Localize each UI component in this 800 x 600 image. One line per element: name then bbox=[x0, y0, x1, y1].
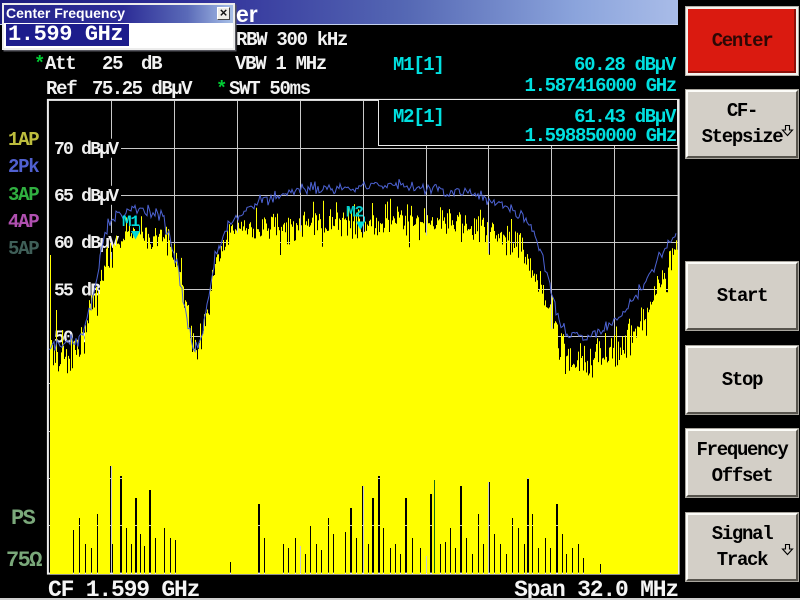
svg-text:70 dBµV: 70 dBµV bbox=[54, 140, 119, 160]
svg-text:60 dBµV: 60 dBµV bbox=[54, 234, 119, 254]
svg-text:65 dBµV: 65 dBµV bbox=[54, 187, 119, 207]
svg-text:M1: M1 bbox=[122, 213, 139, 231]
svg-text:M2: M2 bbox=[346, 204, 363, 222]
